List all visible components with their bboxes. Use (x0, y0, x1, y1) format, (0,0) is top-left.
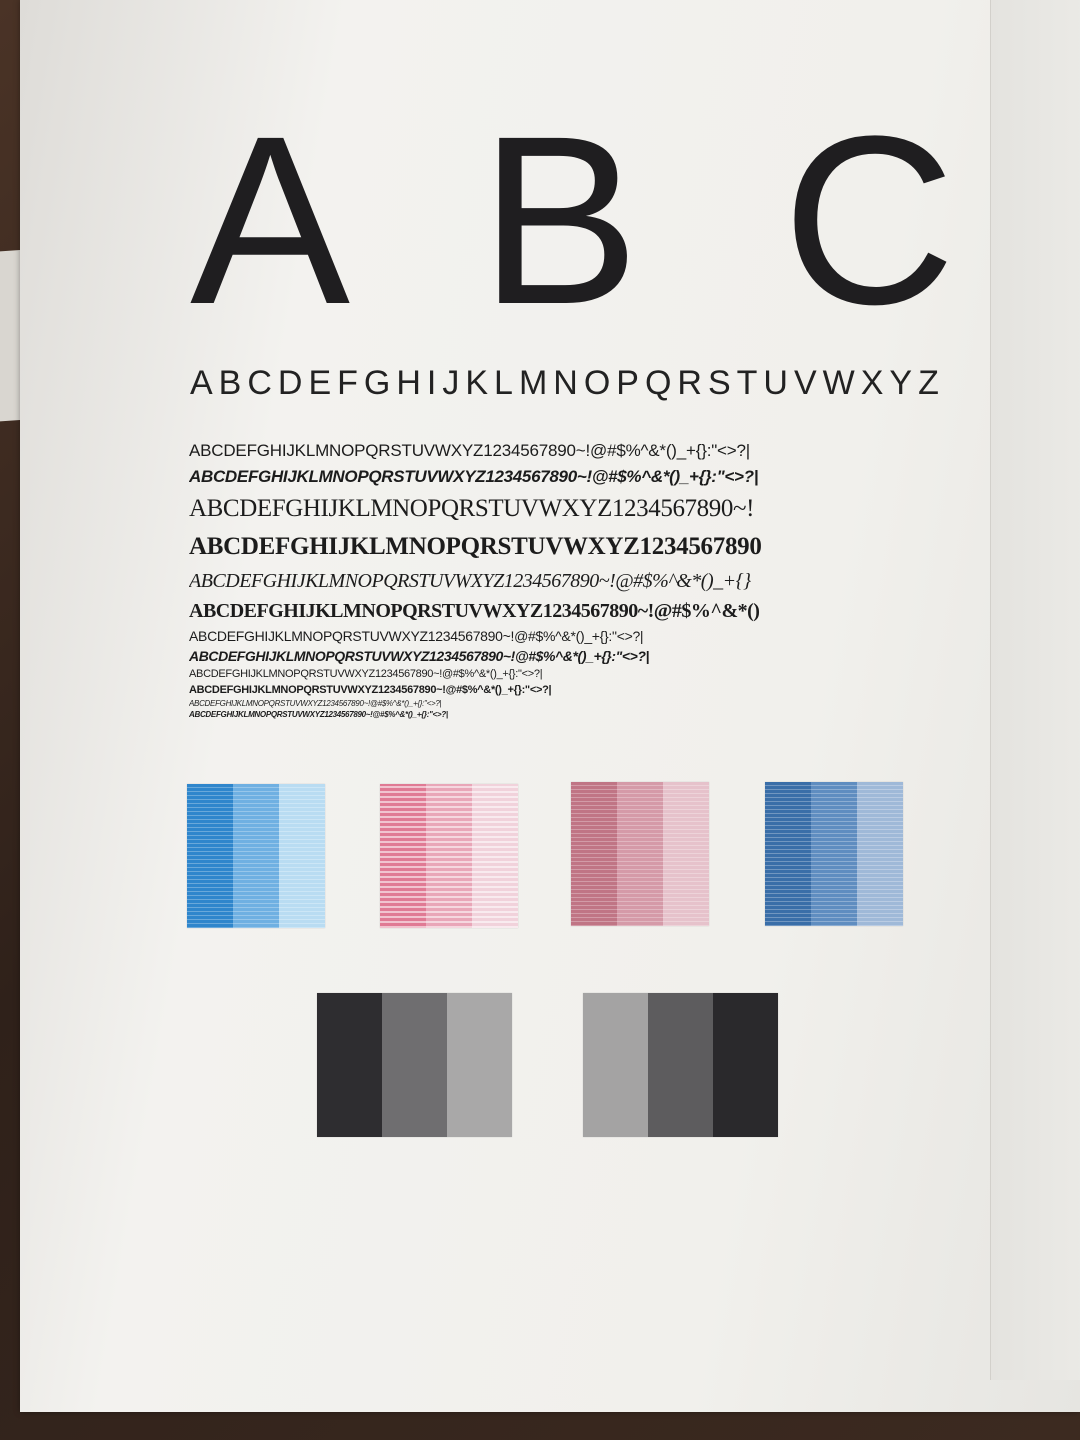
font-line: ABCDEFGHIJKLMNOPQRSTUVWXYZ1234567890~! (189, 495, 755, 522)
font-line: ABCDEFGHIJKLMNOPQRSTUVWXYZ1234567890~!@#… (189, 648, 650, 664)
swatch-band (382, 993, 447, 1137)
alphabet-line: ABCDEFGHIJKLMNOPQRSTUVWXYZ (190, 364, 945, 402)
swatch-band (233, 784, 279, 928)
blue-swatch (765, 782, 903, 926)
swatch-band (571, 782, 617, 926)
swatch-band (279, 784, 325, 928)
cyan-swatch (187, 784, 325, 928)
swatch-band (648, 993, 713, 1137)
light-magenta-swatch (380, 784, 518, 928)
big-letters: A B C (190, 86, 994, 354)
sheet-fold (990, 0, 1080, 1380)
gray-swatch-right (583, 993, 778, 1137)
swatch-band (857, 782, 903, 926)
swatch-band (187, 784, 233, 928)
font-line: ABCDEFGHIJKLMNOPQRSTUVWXYZ1234567890 (189, 533, 762, 560)
swatch-band (380, 784, 426, 928)
swatch-band (811, 782, 857, 926)
swatch-band (426, 784, 472, 928)
font-line: ABCDEFGHIJKLMNOPQRSTUVWXYZ1234567890~!@#… (189, 699, 442, 708)
swatch-band (617, 782, 663, 926)
gray-swatch-left (317, 993, 512, 1137)
font-line: ABCDEFGHIJKLMNOPQRSTUVWXYZ1234567890~!@#… (189, 668, 543, 680)
font-line: ABCDEFGHIJKLMNOPQRSTUVWXYZ1234567890~!@#… (189, 710, 448, 719)
swatch-band (317, 993, 382, 1137)
font-sample-lines: ABCDEFGHIJKLMNOPQRSTUVWXYZ1234567890~!@#… (189, 438, 969, 720)
font-line: ABCDEFGHIJKLMNOPQRSTUVWXYZ1234567890~!@#… (189, 467, 759, 486)
font-line: ABCDEFGHIJKLMNOPQRSTUVWXYZ1234567890~!@#… (189, 441, 750, 460)
font-line: ABCDEFGHIJKLMNOPQRSTUVWXYZ1234567890~!@#… (189, 684, 552, 696)
swatch-band (713, 993, 778, 1137)
magenta-swatch (571, 782, 709, 926)
swatch-band (663, 782, 709, 926)
swatch-band (583, 993, 648, 1137)
font-line: ABCDEFGHIJKLMNOPQRSTUVWXYZ1234567890~!@#… (189, 628, 644, 644)
swatch-band (765, 782, 811, 926)
swatch-band (447, 993, 512, 1137)
swatch-band (472, 784, 518, 928)
font-line: ABCDEFGHIJKLMNOPQRSTUVWXYZ1234567890~!@#… (189, 600, 760, 622)
font-line: ABCDEFGHIJKLMNOPQRSTUVWXYZ1234567890~!@#… (189, 570, 751, 592)
